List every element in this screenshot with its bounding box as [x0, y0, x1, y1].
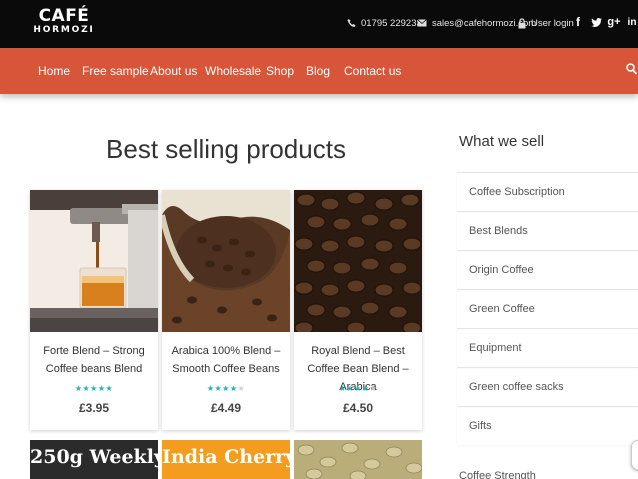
logo-line2: HORMOZI [33, 25, 95, 35]
star-icon: ★★★★★ [74, 384, 114, 393]
google-plus-icon[interactable]: g+ [607, 14, 621, 30]
sidebar-item-equipment[interactable]: Equipment [457, 328, 638, 367]
nav-blog[interactable]: Blog [306, 64, 330, 78]
main-nav: Home Free sample About us Wholesale Shop… [0, 48, 638, 94]
envelope-icon [417, 19, 427, 27]
product-image-roasted-beans[interactable] [294, 190, 422, 332]
nav-shop[interactable]: Shop [266, 64, 294, 78]
sidebar-item-label: Best Blends [469, 225, 528, 237]
sidebar-item-gifts[interactable]: Gifts [457, 406, 638, 445]
product-card[interactable]: Royal Blend – Best Coffee Bean Blend – A… [294, 190, 422, 430]
sidebar-next-heading: Coffee Strength [459, 470, 536, 479]
nav-home[interactable]: Home [38, 64, 70, 78]
google-plus-glyph: g+ [607, 16, 621, 28]
green-beans-image [294, 440, 422, 479]
section-title: Best selling products [106, 134, 346, 164]
banner-india-cherry[interactable]: India Cherry [162, 440, 290, 479]
facebook-icon[interactable]: f [572, 14, 584, 30]
phone-number: 01795 229233 [361, 17, 422, 29]
star-rating: ★★★★★ [162, 384, 290, 393]
top-bar: CAFÉ HORMOZI 01795 229233 sales@cafehorm… [0, 0, 638, 48]
banner-weekly[interactable]: 250g Weekly [30, 440, 158, 479]
twitter-bird-shape [590, 17, 602, 27]
product-price: £4.50 [342, 401, 374, 415]
star-rating: ★★★★★ [294, 384, 422, 393]
product-name[interactable]: Arabica 100% Blend – Smooth Coffee Beans [166, 342, 286, 378]
nav-free-sample[interactable]: Free sample [82, 64, 149, 78]
sidebar-item-coffee-subscription[interactable]: Coffee Subscription [457, 172, 638, 211]
lock-icon [518, 17, 526, 28]
search-icon[interactable] [626, 63, 637, 75]
sidebar-item-label: Origin Coffee [469, 264, 534, 276]
product-price: £3.95 [78, 401, 110, 415]
nav-about-us[interactable]: About us [150, 64, 197, 78]
logo-line1: CAFÉ [38, 6, 90, 26]
nav-contact-us[interactable]: Contact us [344, 64, 401, 78]
linkedin-glyph: in [627, 16, 637, 28]
phone-contact[interactable]: 01795 229233 [347, 15, 422, 31]
star-rating: ★★★★★ [30, 384, 158, 393]
facebook-glyph: f [576, 15, 580, 29]
product-image-espresso[interactable] [30, 190, 158, 332]
scroll-to-top-tab[interactable] [631, 440, 638, 470]
phone-icon [347, 18, 356, 28]
product-card[interactable]: Arabica 100% Blend – Smooth Coffee Beans… [162, 190, 290, 430]
banner-weekly-text: 250g Weekly [30, 446, 158, 468]
banner-green-beans[interactable] [294, 440, 422, 479]
sidebar-title: What we sell [459, 133, 545, 150]
sidebar-item-green-coffee[interactable]: Green Coffee [457, 289, 638, 328]
nav-wholesale[interactable]: Wholesale [205, 64, 261, 78]
sidebar-item-label: Gifts [469, 420, 492, 432]
star-icon: ★★★★★ [206, 384, 246, 393]
twitter-icon[interactable]: t [590, 14, 602, 30]
product-image-bean-sack[interactable] [162, 190, 290, 332]
sidebar-item-label: Coffee Subscription [469, 186, 565, 198]
sidebar-item-label: Green Coffee [469, 303, 535, 315]
product-card[interactable]: Forte Blend – Strong Coffee beans Blend … [30, 190, 158, 430]
sidebar-item-label: Green coffee sacks [469, 381, 564, 393]
banner-india-cherry-text: India Cherry [162, 446, 290, 468]
sidebar-item-best-blends[interactable]: Best Blends [457, 211, 638, 250]
sidebar-item-origin-coffee[interactable]: Origin Coffee [457, 250, 638, 289]
sidebar-item-label: Equipment [469, 342, 522, 354]
linkedin-icon[interactable]: in [626, 14, 638, 30]
product-name[interactable]: Forte Blend – Strong Coffee beans Blend [34, 342, 154, 378]
user-login-label: User login [531, 17, 574, 29]
sidebar-item-green-coffee-sacks[interactable]: Green coffee sacks [457, 367, 638, 406]
site-logo[interactable]: CAFÉ HORMOZI [28, 6, 100, 36]
user-login-link[interactable]: User login [518, 15, 574, 31]
star-icon: ★★★★★ [338, 384, 378, 393]
product-price: £4.49 [210, 401, 242, 415]
